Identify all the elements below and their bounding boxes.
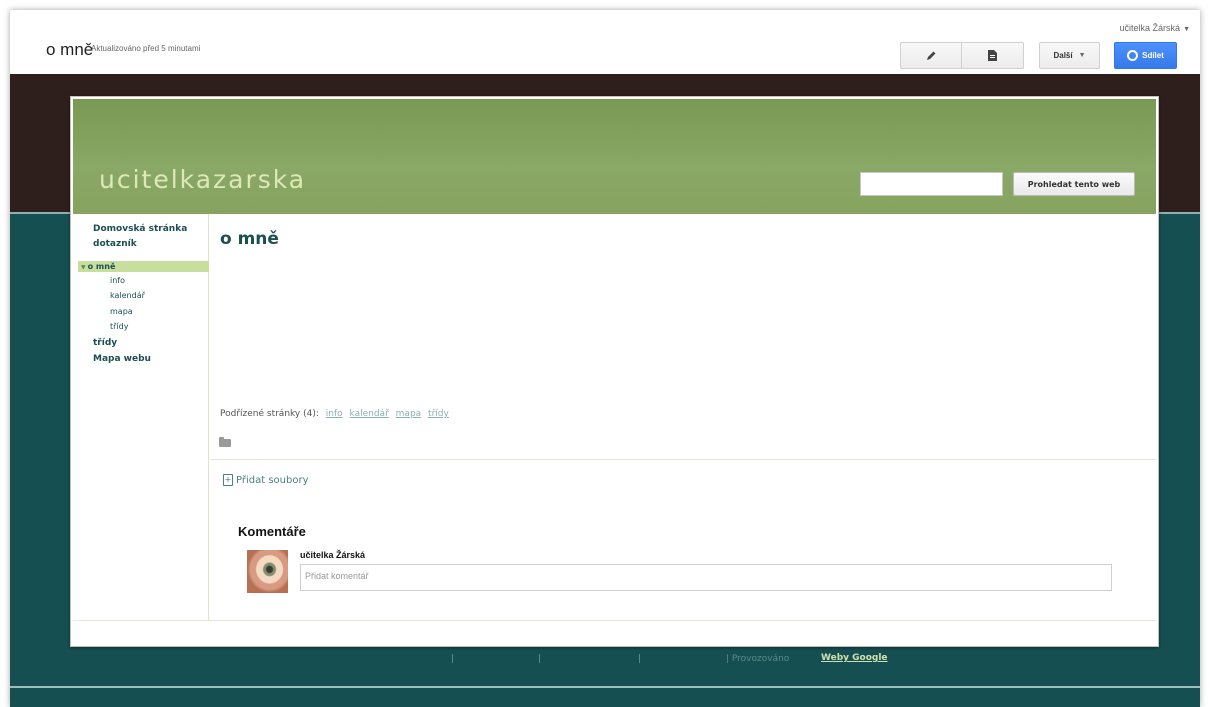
comment-input[interactable]: Přidat komentář <box>300 564 1112 591</box>
sidebar-item-label: o mně <box>87 262 116 271</box>
sidebar-item-classes[interactable]: třídy <box>93 338 117 348</box>
subpage-link-map[interactable]: mapa <box>396 409 422 419</box>
last-updated: Aktualizováno před 5 minutami <box>91 44 201 53</box>
subpages-label: Podřízené stránky (4): <box>220 409 319 419</box>
edit-page-button[interactable] <box>900 42 962 69</box>
subpage-link-calendar[interactable]: kalendář <box>350 409 389 419</box>
user-name: učitelka Žárská <box>1119 23 1181 33</box>
comment-user-name: učitelka Žárská <box>300 550 366 560</box>
triangle-down-icon[interactable]: ▼ <box>81 264 86 271</box>
sidebar-subitem-calendar[interactable]: kalendář <box>110 291 145 300</box>
subpage-link-classes[interactable]: třídy <box>428 409 449 419</box>
avatar <box>247 550 288 593</box>
sidebar-item-survey[interactable]: dotazník <box>93 239 137 249</box>
subpages-list: Podřízené stránky (4): info kalendář map… <box>220 409 449 419</box>
sites-toolbar: učitelka Žárská ▼ o mně Aktualizováno pře… <box>10 10 1200 74</box>
folder-icon[interactable] <box>219 437 231 447</box>
sidebar-subitem-classes[interactable]: třídy <box>110 322 128 331</box>
card-bottom-divider <box>73 620 1156 621</box>
add-files-label: Přidat soubory <box>236 474 309 486</box>
pencil-icon <box>927 51 936 60</box>
site-title[interactable]: ucitelkazarska <box>99 165 306 194</box>
powered-by-label: Provozováno <box>731 654 790 664</box>
more-button[interactable]: Další ▼ <box>1039 42 1100 69</box>
sidebar-subitem-info[interactable]: info <box>110 276 125 285</box>
site-footer: | | | | Provozováno Weby Google <box>10 651 1200 671</box>
footer-divider <box>10 686 1200 688</box>
globe-icon <box>1127 50 1139 61</box>
content-heading: o mně <box>220 229 279 249</box>
site-search-input[interactable] <box>860 172 1003 196</box>
subpage-link-info[interactable]: info <box>326 409 343 419</box>
footer-separator: | <box>451 654 455 664</box>
sidebar-subitem-map[interactable]: mapa <box>110 307 133 316</box>
sidebar-item-home[interactable]: Domovská stránka <box>93 224 187 234</box>
add-files-link[interactable]: + Přidat soubory <box>223 474 308 486</box>
chevron-down-icon: ▼ <box>1078 52 1086 59</box>
chevron-down-icon: ▼ <box>1183 26 1190 33</box>
new-page-icon <box>988 50 997 61</box>
site-header: ucitelkazarska Prohledat tento web <box>73 99 1156 214</box>
google-sites-link[interactable]: Weby Google <box>821 653 888 663</box>
more-label: Další <box>1053 51 1073 60</box>
comments-heading: Komentáře <box>238 524 306 539</box>
footer-separator: | <box>638 654 642 664</box>
share-button[interactable]: Sdílet <box>1114 42 1177 69</box>
add-file-icon: + <box>223 474 233 486</box>
sidebar-nav: Domovská stránka dotazník ▼ o mně info ka… <box>73 214 209 620</box>
share-label: Sdílet <box>1142 51 1164 60</box>
footer-separator: | <box>538 654 542 664</box>
browser-window: učitelka Žárská ▼ o mně Aktualizováno pře… <box>10 10 1200 707</box>
sidebar-item-sitemap[interactable]: Mapa webu <box>93 354 151 364</box>
sidebar-item-about[interactable]: ▼ o mně <box>81 262 115 271</box>
powered-by-text: | Provozováno <box>726 654 790 664</box>
page-title: o mně <box>46 40 94 59</box>
site-search-button[interactable]: Prohledat tento web <box>1013 172 1135 196</box>
new-page-button[interactable] <box>961 42 1024 69</box>
site-page: ucitelkazarska Prohledat tento web Domov… <box>70 96 1159 647</box>
content-divider <box>210 459 1156 460</box>
user-menu[interactable]: učitelka Žárská ▼ <box>1120 23 1190 33</box>
